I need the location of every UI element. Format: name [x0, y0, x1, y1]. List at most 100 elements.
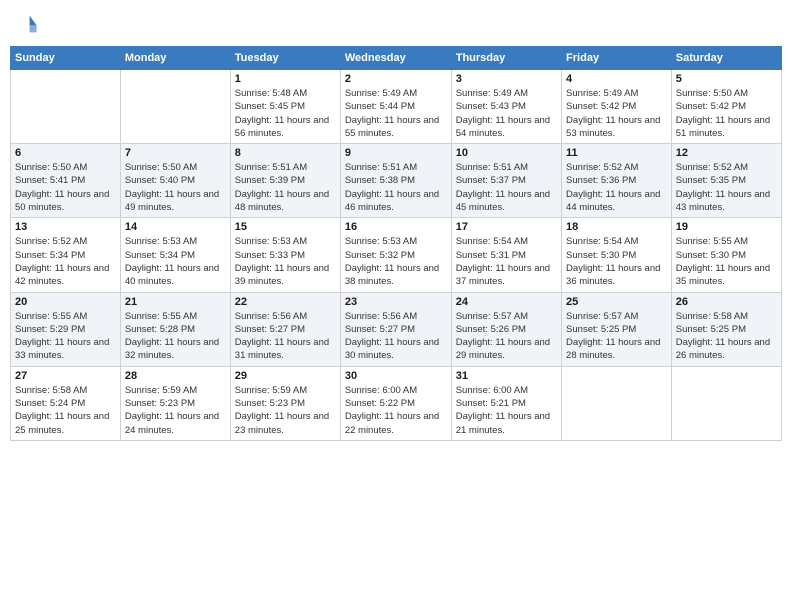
calendar-cell: 29 Sunrise: 5:59 AM Sunset: 5:23 PM Dayli…	[230, 366, 340, 440]
day-number: 18	[566, 221, 667, 233]
day-number: 26	[676, 296, 777, 308]
calendar-cell: 7 Sunrise: 5:50 AM Sunset: 5:40 PM Daylig…	[120, 144, 230, 218]
day-number: 28	[125, 370, 226, 382]
day-info: Sunrise: 5:57 AM Sunset: 5:26 PM Dayligh…	[456, 310, 557, 363]
day-info: Sunrise: 5:52 AM Sunset: 5:34 PM Dayligh…	[15, 235, 116, 288]
day-number: 13	[15, 221, 116, 233]
day-number: 16	[345, 221, 447, 233]
calendar-cell: 9 Sunrise: 5:51 AM Sunset: 5:38 PM Daylig…	[340, 144, 451, 218]
calendar-cell: 22 Sunrise: 5:56 AM Sunset: 5:27 PM Dayli…	[230, 292, 340, 366]
day-number: 1	[235, 73, 336, 85]
day-number: 7	[125, 147, 226, 159]
calendar-cell: 31 Sunrise: 6:00 AM Sunset: 5:21 PM Dayli…	[451, 366, 561, 440]
day-number: 24	[456, 296, 557, 308]
calendar-cell	[671, 366, 781, 440]
day-info: Sunrise: 6:00 AM Sunset: 5:21 PM Dayligh…	[456, 384, 557, 437]
day-number: 3	[456, 73, 557, 85]
day-number: 11	[566, 147, 667, 159]
week-row-5: 27 Sunrise: 5:58 AM Sunset: 5:24 PM Dayli…	[11, 366, 782, 440]
day-info: Sunrise: 5:55 AM Sunset: 5:30 PM Dayligh…	[676, 235, 777, 288]
calendar-cell: 15 Sunrise: 5:53 AM Sunset: 5:33 PM Dayli…	[230, 218, 340, 292]
day-number: 6	[15, 147, 116, 159]
day-info: Sunrise: 5:57 AM Sunset: 5:25 PM Dayligh…	[566, 310, 667, 363]
calendar-cell: 14 Sunrise: 5:53 AM Sunset: 5:34 PM Dayli…	[120, 218, 230, 292]
calendar-cell: 17 Sunrise: 5:54 AM Sunset: 5:31 PM Dayli…	[451, 218, 561, 292]
weekday-header-monday: Monday	[120, 47, 230, 70]
day-number: 9	[345, 147, 447, 159]
calendar-cell: 21 Sunrise: 5:55 AM Sunset: 5:28 PM Dayli…	[120, 292, 230, 366]
day-info: Sunrise: 5:49 AM Sunset: 5:44 PM Dayligh…	[345, 87, 447, 140]
day-info: Sunrise: 5:53 AM Sunset: 5:33 PM Dayligh…	[235, 235, 336, 288]
calendar-cell: 25Sunrise: 5:57 AM Sunset: 5:25 PM Dayli…	[562, 292, 672, 366]
day-number: 5	[676, 73, 777, 85]
day-number: 20	[15, 296, 116, 308]
day-info: Sunrise: 5:52 AM Sunset: 5:35 PM Dayligh…	[676, 161, 777, 214]
calendar-cell: 11 Sunrise: 5:52 AM Sunset: 5:36 PM Dayli…	[562, 144, 672, 218]
calendar-cell: 1Sunrise: 5:48 AM Sunset: 5:45 PM Daylig…	[230, 70, 340, 144]
day-info: Sunrise: 5:51 AM Sunset: 5:38 PM Dayligh…	[345, 161, 447, 214]
header	[10, 10, 782, 38]
calendar-cell	[120, 70, 230, 144]
day-info: Sunrise: 5:53 AM Sunset: 5:32 PM Dayligh…	[345, 235, 447, 288]
calendar-cell: 13 Sunrise: 5:52 AM Sunset: 5:34 PM Dayli…	[11, 218, 121, 292]
calendar-cell: 16 Sunrise: 5:53 AM Sunset: 5:32 PM Dayli…	[340, 218, 451, 292]
day-number: 23	[345, 296, 447, 308]
day-number: 10	[456, 147, 557, 159]
weekday-header-tuesday: Tuesday	[230, 47, 340, 70]
weekday-header-friday: Friday	[562, 47, 672, 70]
day-info: Sunrise: 5:56 AM Sunset: 5:27 PM Dayligh…	[345, 310, 447, 363]
calendar-cell: 23 Sunrise: 5:56 AM Sunset: 5:27 PM Dayli…	[340, 292, 451, 366]
day-number: 22	[235, 296, 336, 308]
day-number: 17	[456, 221, 557, 233]
day-info: Sunrise: 5:59 AM Sunset: 5:23 PM Dayligh…	[235, 384, 336, 437]
day-info: Sunrise: 5:58 AM Sunset: 5:24 PM Dayligh…	[15, 384, 116, 437]
week-row-1: 1Sunrise: 5:48 AM Sunset: 5:45 PM Daylig…	[11, 70, 782, 144]
calendar-cell: 3 Sunrise: 5:49 AM Sunset: 5:43 PM Daylig…	[451, 70, 561, 144]
day-number: 29	[235, 370, 336, 382]
calendar-cell: 27 Sunrise: 5:58 AM Sunset: 5:24 PM Dayli…	[11, 366, 121, 440]
weekday-header-saturday: Saturday	[671, 47, 781, 70]
day-info: Sunrise: 5:55 AM Sunset: 5:29 PM Dayligh…	[15, 310, 116, 363]
day-info: Sunrise: 5:55 AM Sunset: 5:28 PM Dayligh…	[125, 310, 226, 363]
calendar-cell: 6 Sunrise: 5:50 AM Sunset: 5:41 PM Daylig…	[11, 144, 121, 218]
calendar-cell: 18 Sunrise: 5:54 AM Sunset: 5:30 PM Dayli…	[562, 218, 672, 292]
calendar-cell: 4 Sunrise: 5:49 AM Sunset: 5:42 PM Daylig…	[562, 70, 672, 144]
day-info: Sunrise: 5:49 AM Sunset: 5:43 PM Dayligh…	[456, 87, 557, 140]
day-number: 12	[676, 147, 777, 159]
calendar-cell	[11, 70, 121, 144]
day-number: 2	[345, 73, 447, 85]
day-number: 4	[566, 73, 667, 85]
day-info: Sunrise: 5:54 AM Sunset: 5:30 PM Dayligh…	[566, 235, 667, 288]
day-number: 8	[235, 147, 336, 159]
day-info: Sunrise: 5:54 AM Sunset: 5:31 PM Dayligh…	[456, 235, 557, 288]
calendar-cell: 12 Sunrise: 5:52 AM Sunset: 5:35 PM Dayli…	[671, 144, 781, 218]
day-number: 15	[235, 221, 336, 233]
day-info: Sunrise: 5:50 AM Sunset: 5:40 PM Dayligh…	[125, 161, 226, 214]
day-info: Sunrise: 5:51 AM Sunset: 5:37 PM Dayligh…	[456, 161, 557, 214]
day-number: 30	[345, 370, 447, 382]
day-info: Sunrise: 5:59 AM Sunset: 5:23 PM Dayligh…	[125, 384, 226, 437]
calendar-cell: 24 Sunrise: 5:57 AM Sunset: 5:26 PM Dayli…	[451, 292, 561, 366]
weekday-header-thursday: Thursday	[451, 47, 561, 70]
calendar-cell: 26Sunrise: 5:58 AM Sunset: 5:25 PM Dayli…	[671, 292, 781, 366]
day-info: Sunrise: 5:53 AM Sunset: 5:34 PM Dayligh…	[125, 235, 226, 288]
day-info: Sunrise: 5:50 AM Sunset: 5:41 PM Dayligh…	[15, 161, 116, 214]
day-number: 31	[456, 370, 557, 382]
day-info: Sunrise: 5:51 AM Sunset: 5:39 PM Dayligh…	[235, 161, 336, 214]
day-info: Sunrise: 5:56 AM Sunset: 5:27 PM Dayligh…	[235, 310, 336, 363]
week-row-2: 6 Sunrise: 5:50 AM Sunset: 5:41 PM Daylig…	[11, 144, 782, 218]
day-number: 21	[125, 296, 226, 308]
day-number: 27	[15, 370, 116, 382]
day-number: 14	[125, 221, 226, 233]
calendar-cell: 20 Sunrise: 5:55 AM Sunset: 5:29 PM Dayli…	[11, 292, 121, 366]
weekday-header-sunday: Sunday	[11, 47, 121, 70]
calendar-cell	[562, 366, 672, 440]
week-row-4: 20 Sunrise: 5:55 AM Sunset: 5:29 PM Dayli…	[11, 292, 782, 366]
day-info: Sunrise: 5:52 AM Sunset: 5:36 PM Dayligh…	[566, 161, 667, 214]
day-info: Sunrise: 5:49 AM Sunset: 5:42 PM Dayligh…	[566, 87, 667, 140]
week-row-3: 13 Sunrise: 5:52 AM Sunset: 5:34 PM Dayli…	[11, 218, 782, 292]
logo	[10, 10, 42, 38]
day-info: Sunrise: 6:00 AM Sunset: 5:22 PM Dayligh…	[345, 384, 447, 437]
calendar-cell: 10 Sunrise: 5:51 AM Sunset: 5:37 PM Dayli…	[451, 144, 561, 218]
calendar-cell: 2 Sunrise: 5:49 AM Sunset: 5:44 PM Daylig…	[340, 70, 451, 144]
